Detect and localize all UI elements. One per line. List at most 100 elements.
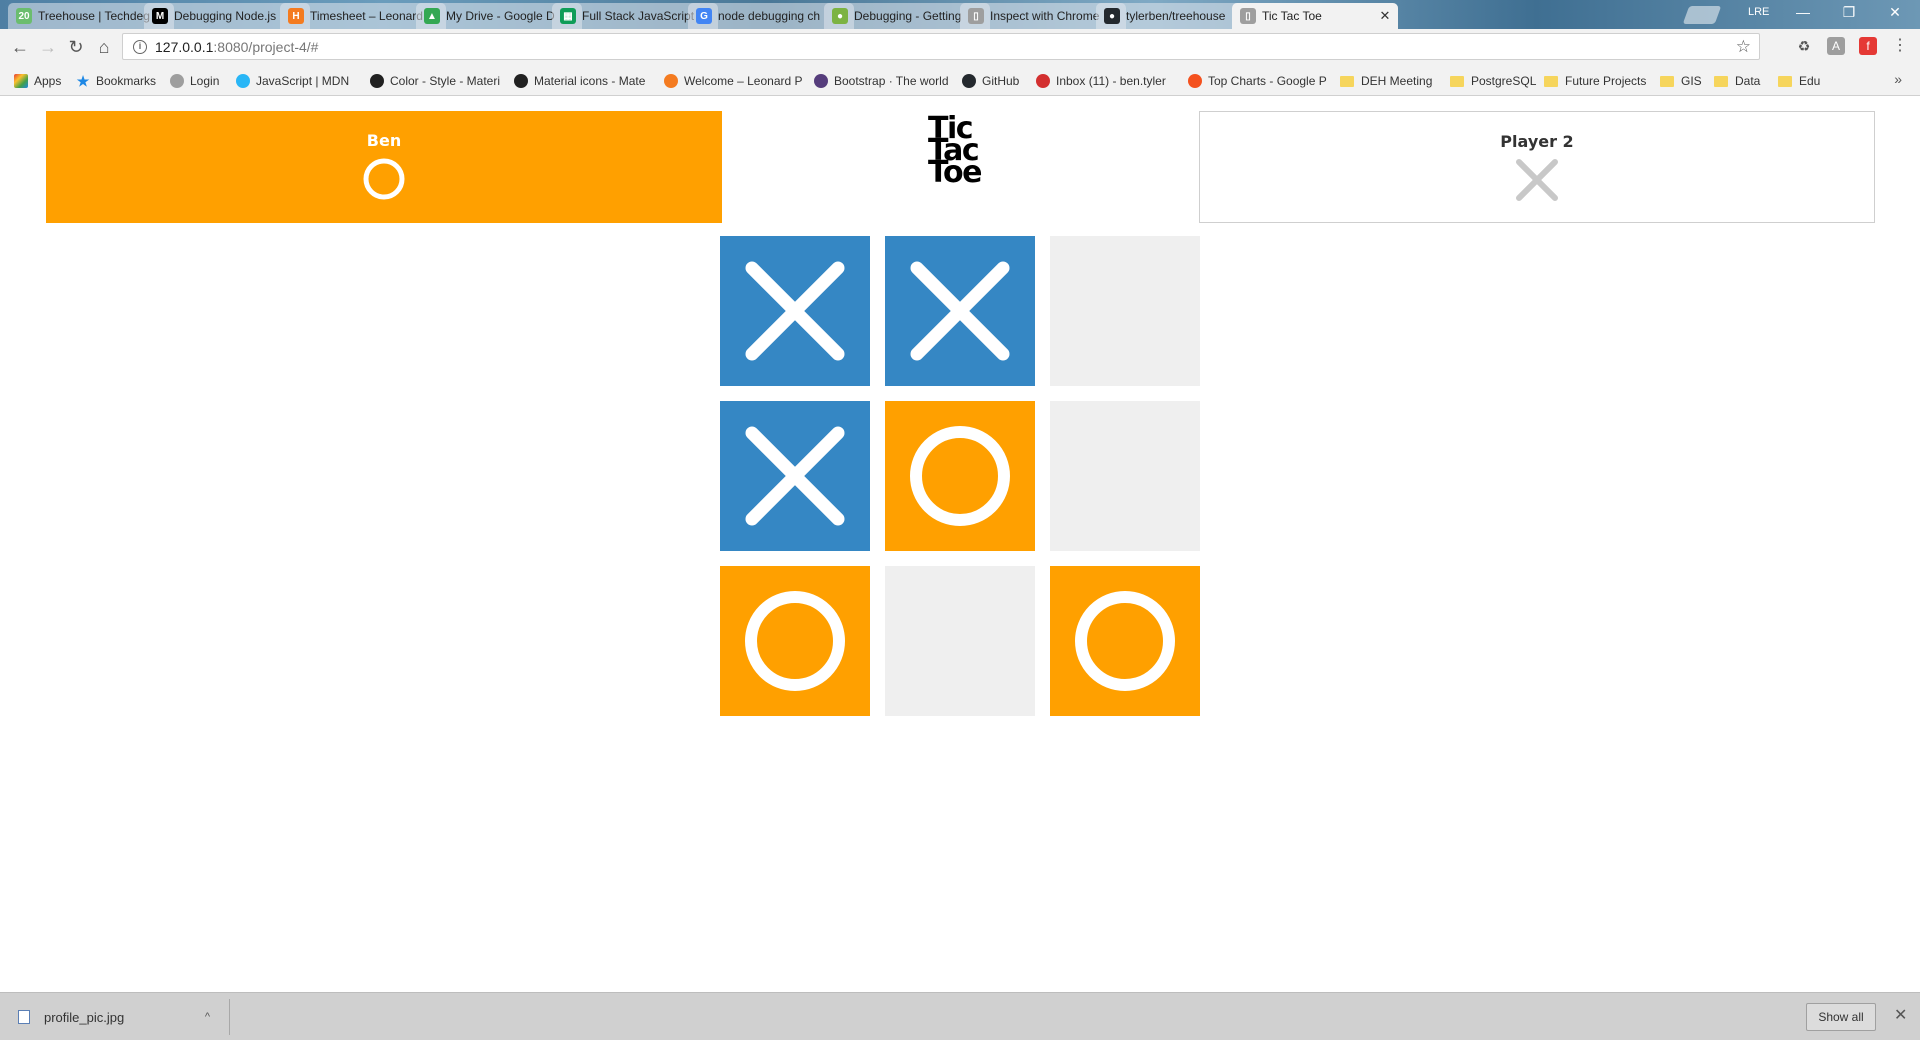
bookmarks-bar: » Apps ★ Bookmarks Login JavaScript | MDN Col…	[0, 65, 1920, 96]
tab-title: Inspect with Chrome	[990, 9, 1100, 23]
bookmark-star-icon[interactable]: ☆	[1736, 37, 1751, 57]
player1-panel: Ben	[46, 111, 722, 223]
board-cell-empty[interactable]	[1050, 401, 1200, 551]
forward-button[interactable]: →	[36, 35, 60, 59]
bookmark-folder[interactable]: PostgreSQL	[1450, 72, 1536, 90]
o-mark-icon	[910, 426, 1010, 526]
logo-line: Toe	[928, 155, 982, 190]
site-favicon-icon	[514, 74, 528, 88]
bookmark-folder[interactable]: Future Projects	[1544, 72, 1646, 90]
bookmark-item[interactable]: Welcome – Leonard P	[664, 72, 803, 90]
x-mark-icon	[745, 426, 845, 526]
folder-icon	[1660, 75, 1674, 87]
board-cell-empty[interactable]	[1050, 236, 1200, 386]
home-button[interactable]: ⌂	[92, 35, 116, 59]
bookmark-label: Edu	[1799, 74, 1821, 88]
folder-icon	[1544, 75, 1558, 87]
x-mark-icon	[910, 261, 1010, 361]
tab-favicon-icon: H	[288, 8, 304, 24]
extension-recycle-icon[interactable]: ♻	[1795, 37, 1813, 55]
bookmark-folder[interactable]: Data	[1714, 72, 1760, 90]
bookmark-label: Apps	[34, 74, 62, 88]
bookmark-item[interactable]: Bootstrap · The world	[814, 72, 949, 90]
tab-title: Full Stack JavaScript	[582, 9, 695, 23]
player2-name: Player 2	[1500, 132, 1574, 151]
bookmark-label: JavaScript | MDN	[256, 74, 350, 88]
bookmark-folder[interactable]: GIS	[1660, 72, 1702, 90]
bookmark-item[interactable]: JavaScript | MDN	[236, 72, 349, 90]
site-favicon-icon	[1188, 74, 1202, 88]
bookmark-label: DEH Meeting	[1361, 74, 1433, 88]
site-favicon-icon	[814, 74, 828, 88]
tab-title: Tic Tac Toe	[1262, 9, 1322, 23]
page-content: Ben Tic Tac Toe Player 2	[0, 97, 1920, 992]
download-item[interactable]: profile_pic.jpg ^	[18, 1005, 228, 1029]
bookmark-item[interactable]: Color - Style - Materi	[370, 72, 500, 90]
game-board	[720, 236, 1200, 716]
tab-favicon-icon: G	[696, 8, 712, 24]
url-host: 127.0.0.1	[155, 38, 214, 55]
bookmark-label: Welcome – Leonard P	[684, 74, 803, 88]
close-download-bar-icon[interactable]: ✕	[1894, 1005, 1907, 1025]
reload-button[interactable]: ↻	[64, 35, 88, 59]
restore-button[interactable]: ❐	[1826, 4, 1872, 21]
url-path: :8080/project-4/#	[213, 38, 319, 55]
extension-icon[interactable]: A	[1827, 37, 1845, 55]
bookmark-item[interactable]: Login	[170, 72, 219, 90]
profile-label[interactable]: LRE	[1748, 6, 1769, 18]
close-window-button[interactable]: ✕	[1872, 4, 1918, 21]
board-cell-x	[720, 401, 870, 551]
download-bar: profile_pic.jpg ^ Show all ✕	[0, 992, 1920, 1040]
bookmark-label: Login	[190, 74, 220, 88]
folder-icon	[1450, 75, 1464, 87]
board-cell-empty[interactable]	[885, 566, 1035, 716]
new-tab-button[interactable]	[1682, 6, 1722, 24]
chevron-up-icon[interactable]: ^	[205, 1011, 210, 1023]
download-file-name: profile_pic.jpg	[44, 1009, 125, 1025]
bookmark-folder[interactable]: DEH Meeting	[1340, 72, 1432, 90]
bookmarks-overflow-icon[interactable]: »	[1894, 71, 1902, 87]
apps-grid-icon	[14, 74, 28, 88]
minimize-button[interactable]: —	[1780, 4, 1826, 20]
folder-icon	[1714, 75, 1728, 87]
o-symbol-icon	[363, 158, 405, 200]
menu-icon[interactable]: ⋮	[1891, 37, 1909, 55]
divider	[229, 999, 230, 1035]
folder-icon	[1340, 75, 1354, 87]
browser-toolbar: ← → ↻ ⌂ i 127.0.0.1:8080/project-4/# ☆ ♻…	[0, 29, 1920, 65]
site-favicon-icon	[962, 74, 976, 88]
tab-favicon-icon: 20	[16, 8, 32, 24]
url-text: 127.0.0.1:8080/project-4/#	[155, 39, 318, 55]
browser-tab[interactable]: ▯ Tic Tac Toe ✕	[1232, 3, 1398, 29]
show-all-button[interactable]: Show all	[1806, 1003, 1876, 1031]
bookmark-item[interactable]: Apps	[14, 72, 61, 90]
bookmark-label: Future Projects	[1565, 74, 1647, 88]
bookmark-label: PostgreSQL	[1471, 74, 1537, 88]
bookmark-item[interactable]: GitHub	[962, 72, 1019, 90]
extension-flash-icon[interactable]: f	[1859, 37, 1877, 55]
site-info-icon[interactable]: i	[133, 39, 147, 54]
site-favicon-icon	[236, 74, 250, 88]
bookmark-item[interactable]: Material icons - Mate	[514, 72, 645, 90]
bookmark-item[interactable]: Top Charts - Google P	[1188, 72, 1327, 90]
board-cell-o	[885, 401, 1035, 551]
back-button[interactable]: ←	[8, 35, 32, 59]
bookmark-item[interactable]: ★ Bookmarks	[76, 72, 156, 90]
tab-title: My Drive - Google D	[446, 9, 555, 23]
close-tab-icon[interactable]: ✕	[1378, 8, 1392, 24]
site-favicon-icon	[664, 74, 678, 88]
board-cell-o	[720, 566, 870, 716]
o-mark-icon	[745, 591, 845, 691]
bookmark-label: Color - Style - Materi	[390, 74, 501, 88]
address-bar[interactable]: i 127.0.0.1:8080/project-4/# ☆	[122, 33, 1760, 60]
bookmark-label: Bootstrap · The world	[834, 74, 949, 88]
bookmark-item[interactable]: Inbox (11) - ben.tyler	[1036, 72, 1166, 90]
bookmark-label: Top Charts - Google P	[1208, 74, 1327, 88]
tab-favicon-icon: ▯	[1240, 8, 1256, 24]
tab-title: tylerben/treehouse	[1126, 9, 1226, 23]
bookmark-folder[interactable]: Edu	[1778, 72, 1820, 90]
o-mark-icon	[1075, 591, 1175, 691]
site-favicon-icon	[1036, 74, 1050, 88]
tab-favicon-icon: ▯	[968, 8, 984, 24]
tab-favicon-icon: ▦	[560, 8, 576, 24]
